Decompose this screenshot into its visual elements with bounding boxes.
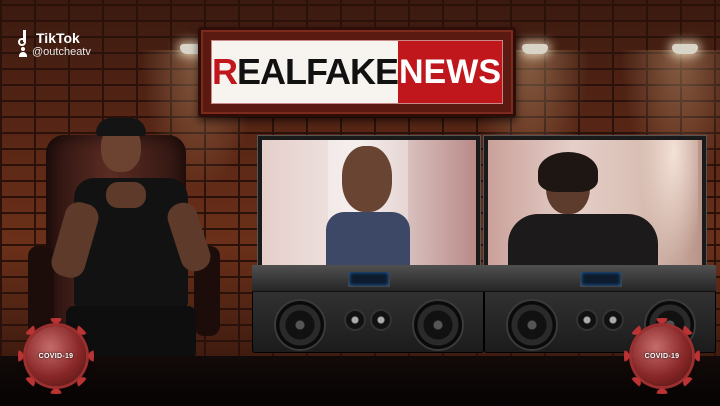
- guest-1-head: [342, 146, 392, 212]
- ceiling-light-icon: [672, 44, 698, 54]
- guest-2-body: [508, 214, 658, 266]
- sign-panel: R EALFAKE NEWS: [211, 40, 503, 104]
- speaker-panel: [484, 265, 716, 292]
- virus-label: COVID-19: [38, 352, 74, 360]
- tweeter-icon: [602, 309, 624, 331]
- virus-label: COVID-19: [644, 352, 680, 360]
- tweeter-icon: [370, 309, 392, 331]
- lcd-display-icon: [348, 271, 390, 287]
- lcd-display-icon: [580, 271, 622, 287]
- guest-1-body: [326, 212, 410, 266]
- tweeter-icon: [576, 309, 598, 331]
- guest-2-hair: [538, 152, 598, 192]
- covid-virus-icon: COVID-19: [18, 318, 94, 394]
- tiktok-handle-row: @outcheatv: [18, 46, 91, 58]
- realfake-news-sign: R EALFAKE NEWS: [198, 27, 516, 117]
- tiktok-watermark: TikTok @outcheatv: [18, 30, 91, 58]
- woofer-icon: [412, 299, 464, 351]
- tweeter-icon: [344, 309, 366, 331]
- guest-video-1: [262, 140, 476, 266]
- woofer-icon: [274, 299, 326, 351]
- tiktok-brand-row: TikTok: [18, 30, 91, 46]
- speaker-panel: [252, 265, 484, 292]
- speaker-console-left: [252, 265, 484, 353]
- sign-realfake-rest: EALFAKE: [237, 51, 399, 92]
- woofer-icon: [506, 299, 558, 351]
- host-person: [48, 118, 215, 360]
- guest-video-2: [488, 140, 702, 266]
- host-hands: [106, 182, 146, 208]
- video-frame: R EALFAKE NEWS COVID-19 COVID-19 TikTok …: [0, 0, 720, 406]
- tiktok-logo-icon: [18, 30, 32, 46]
- guest-monitor-2: [484, 136, 706, 270]
- sign-news-text: NEWS: [398, 41, 502, 103]
- covid-virus-icon: COVID-19: [624, 318, 700, 394]
- tiktok-handle: @outcheatv: [32, 46, 91, 58]
- user-icon: [18, 47, 28, 57]
- stage-floor: [0, 356, 720, 406]
- sign-realfake-text: R EALFAKE: [212, 41, 399, 103]
- guest-monitor-1: [258, 136, 480, 270]
- tiktok-brand-label: TikTok: [36, 30, 80, 46]
- ceiling-light-icon: [522, 44, 548, 54]
- host-cap: [96, 118, 146, 136]
- sign-letter-r: R: [212, 51, 238, 92]
